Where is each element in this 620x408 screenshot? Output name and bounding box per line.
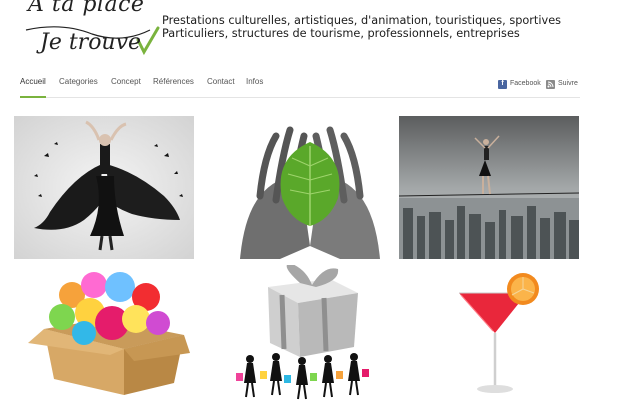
dancer-photo[interactable] [14, 116, 194, 259]
tagline-line1: Prestations culturelles, artistiques, d'… [162, 14, 562, 27]
nav-item-concept[interactable]: Concept [111, 75, 141, 97]
facebook-icon: f [498, 79, 507, 89]
site-tagline: Prestations culturelles, artistiques, d'… [162, 14, 561, 40]
nav-item-infos[interactable]: Infos [246, 75, 263, 97]
nav-item-accueil[interactable]: Accueil [20, 75, 46, 98]
gift-shoppers-photo[interactable] [220, 265, 400, 408]
tightrope-city-photo[interactable] [399, 116, 579, 259]
main-nav: Accueil Categories Concept Références Co… [20, 75, 580, 98]
balloons-box-photo[interactable] [14, 265, 194, 408]
rss-icon [546, 79, 555, 89]
leaf-hands-photo[interactable] [220, 116, 400, 259]
facebook-link[interactable]: f Facebook [498, 77, 541, 91]
rss-label: Suivre [558, 80, 578, 87]
site-logo[interactable]: A ta place Je trouve [22, 0, 160, 60]
facebook-label: Facebook [510, 80, 541, 87]
nav-item-contact[interactable]: Contact [207, 75, 235, 97]
logo-text-line2: Je trouve [40, 30, 142, 55]
nav-item-categories[interactable]: Categories [59, 75, 98, 97]
logo-text-line1: A ta place [28, 0, 145, 17]
cocktail-photo[interactable] [399, 265, 579, 408]
nav-item-references[interactable]: Références [153, 75, 194, 97]
rss-link[interactable]: Suivre [546, 77, 578, 91]
tagline-line2: Particuliers, structures de tourisme, pr… [162, 27, 520, 40]
